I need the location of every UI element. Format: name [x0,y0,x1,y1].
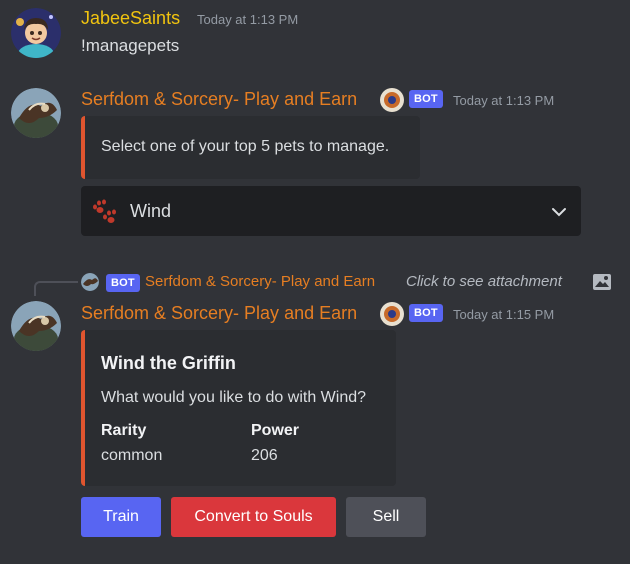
train-button[interactable]: Train [81,497,161,537]
chevron-down-icon [551,205,567,223]
reply-attachment-link[interactable]: Click to see attachment [406,273,562,290]
sell-button[interactable]: Sell [346,497,426,537]
field-rarity-value: common [101,447,163,464]
field-rarity-name: Rarity [101,422,147,439]
timestamp: Today at 1:15 PM [453,307,555,322]
field-power-value: 206 [251,447,278,464]
timestamp: Today at 1:13 PM [453,93,555,108]
username-jabeesaints[interactable]: JabeeSaints [81,8,180,29]
convert-to-souls-button[interactable]: Convert to Souls [171,497,336,537]
timestamp: Today at 1:13 PM [197,12,299,27]
pet-select-dropdown[interactable]: Wind [81,186,581,236]
avatar-bot[interactable] [11,88,61,138]
embed-text: Select one of your top 5 pets to manage. [101,138,390,155]
embed-description: What would you like to do with Wind? [101,389,367,406]
reply-username[interactable]: Serfdom & Sorcery- Play and Earn [145,273,375,290]
embed-pet-details: Wind the Griffin What would you like to … [81,330,396,486]
embed-select-prompt: Select one of your top 5 pets to manage. [81,116,420,179]
bot-tag: BOT [409,304,443,322]
reply-bot-tag: BOT [106,274,140,292]
app-badge-icon [380,302,404,326]
select-value: Wind [130,201,172,221]
embed-title: Wind the Griffin [101,353,236,373]
field-power-name: Power [251,422,300,439]
avatar-bot[interactable] [11,301,61,351]
bot-tag: BOT [409,90,443,108]
avatar-jabeesaints[interactable] [11,8,61,58]
reply-connector [34,281,78,296]
reply-avatar[interactable] [81,273,99,291]
username-bot[interactable]: Serfdom & Sorcery- Play and Earn [81,89,357,110]
app-badge-icon [380,88,404,112]
image-icon [592,272,612,297]
paw-prints-icon [91,198,119,229]
message-text: !managepets [81,36,180,55]
username-bot[interactable]: Serfdom & Sorcery- Play and Earn [81,303,357,324]
